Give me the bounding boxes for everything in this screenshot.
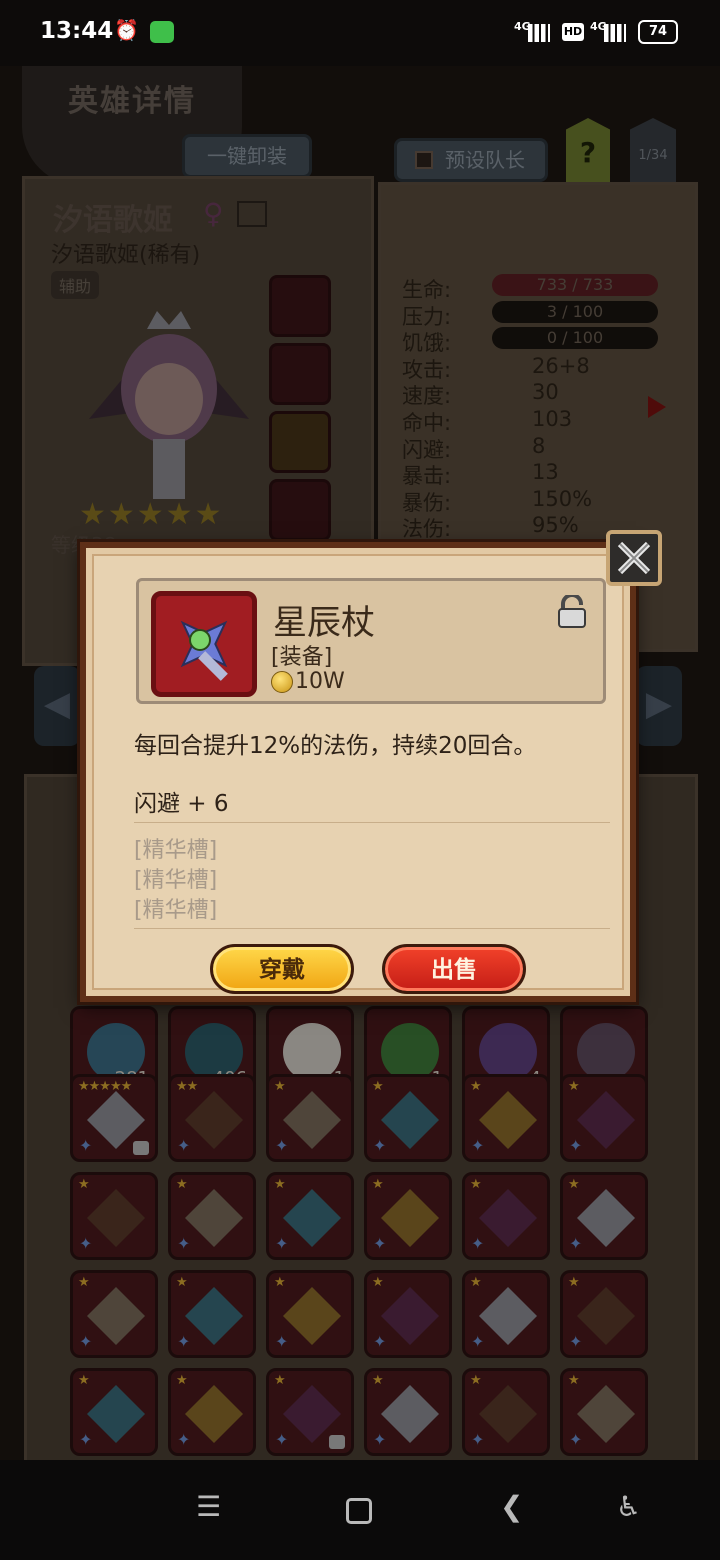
- item-icon: [151, 591, 257, 697]
- essence-slot-3: [精华槽]: [134, 898, 218, 923]
- system-nav-bar: ☰ ❮ ♿: [0, 1460, 720, 1560]
- dialog-body: 星辰杖 [装备] 10W 每回合提升12%的法伤，持续20回合。 闪避 + 6 …: [92, 554, 624, 994]
- item-price: 10W: [295, 669, 345, 694]
- item-card: 星辰杖 [装备] 10W: [136, 578, 606, 704]
- accessibility-icon[interactable]: ♿: [616, 1490, 641, 1523]
- star-staff-icon: [180, 620, 228, 681]
- item-name: 星辰杖: [273, 603, 375, 643]
- home-icon[interactable]: [346, 1498, 372, 1524]
- close-swords-icon: [617, 541, 651, 575]
- back-icon[interactable]: ❮: [500, 1490, 523, 1523]
- signal-icon-2: [604, 24, 626, 42]
- item-type: [装备]: [271, 645, 333, 670]
- menu-icon[interactable]: ☰: [196, 1490, 221, 1523]
- status-bar: 13:44 ⏰ 4G HD 4G 74: [0, 0, 720, 66]
- android-app-icon: [150, 21, 174, 43]
- unlocked-padlock-icon[interactable]: [557, 595, 587, 629]
- hd-badge: HD: [562, 23, 584, 41]
- alarm-clock-icon: ⏰: [114, 18, 139, 42]
- coin-icon: [271, 671, 293, 693]
- sell-button[interactable]: 出售: [382, 944, 526, 994]
- essence-slot-1: [精华槽]: [134, 838, 218, 863]
- item-detail-dialog: 星辰杖 [装备] 10W 每回合提升12%的法伤，持续20回合。 闪避 + 6 …: [80, 542, 636, 1002]
- item-bonus: 闪避 + 6: [134, 791, 229, 817]
- divider: [134, 822, 610, 823]
- battery-icon: 74: [638, 20, 678, 44]
- signal-icon: [528, 24, 550, 42]
- wear-button[interactable]: 穿戴: [210, 944, 354, 994]
- clock: 13:44: [40, 18, 114, 44]
- item-description: 每回合提升12%的法伤，持续20回合。: [134, 733, 537, 759]
- divider-2: [134, 928, 610, 929]
- essence-slot-2: [精华槽]: [134, 868, 218, 893]
- close-dialog-button[interactable]: [606, 530, 662, 586]
